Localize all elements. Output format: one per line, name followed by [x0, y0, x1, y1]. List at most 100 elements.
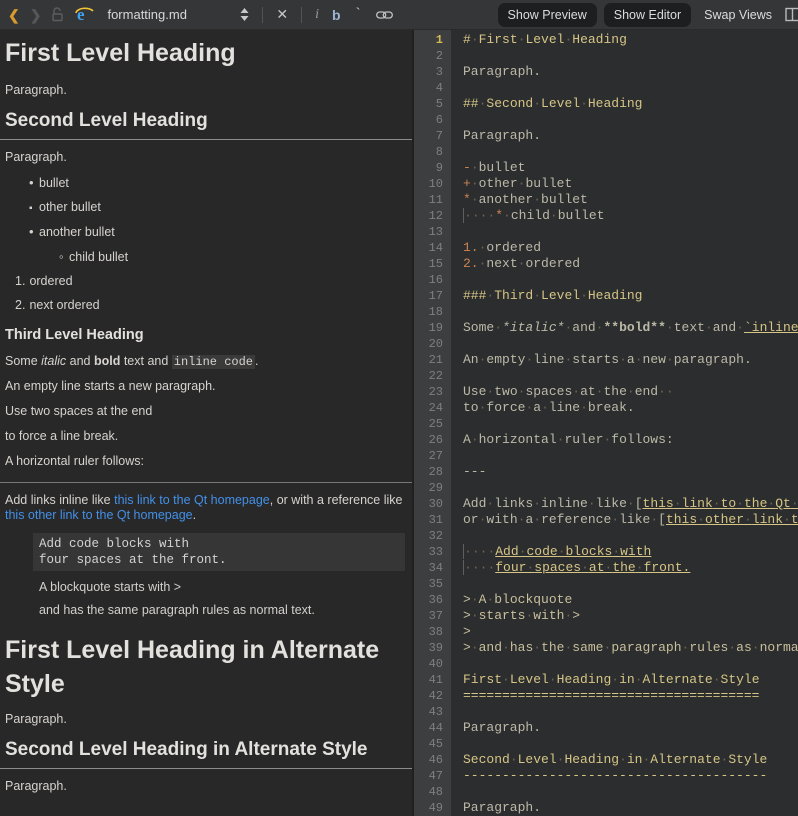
editor-line[interactable]: First·Level·Heading·in·Alternate·Style — [463, 672, 798, 688]
line-number[interactable]: 41 — [414, 672, 443, 688]
editor-line[interactable]: --- — [463, 464, 798, 480]
line-number[interactable]: 4 — [414, 80, 443, 96]
editor-line[interactable] — [463, 448, 798, 464]
line-number[interactable]: 43 — [414, 704, 443, 720]
editor-line[interactable]: -·bullet — [463, 160, 798, 176]
editor-line[interactable]: Paragraph. — [463, 800, 798, 816]
line-number[interactable]: 14 — [414, 240, 443, 256]
line-number[interactable]: 6 — [414, 112, 443, 128]
show-editor-button[interactable]: Show Editor — [604, 3, 691, 27]
line-number[interactable]: 3 — [414, 64, 443, 80]
line-number[interactable]: 18 — [414, 304, 443, 320]
italic-button[interactable]: i — [315, 7, 319, 23]
line-number[interactable]: 27 — [414, 448, 443, 464]
line-number[interactable]: 38 — [414, 624, 443, 640]
line-number[interactable]: 13 — [414, 224, 443, 240]
editor-line[interactable] — [463, 144, 798, 160]
editor-line[interactable] — [463, 368, 798, 384]
line-number[interactable]: 46 — [414, 752, 443, 768]
line-number[interactable]: 21 — [414, 352, 443, 368]
editor-line[interactable]: ····Add·code·blocks·with — [463, 544, 798, 560]
editor-line[interactable]: Paragraph. — [463, 720, 798, 736]
line-number[interactable]: 15 — [414, 256, 443, 272]
inline-code-button[interactable]: ` — [354, 6, 363, 23]
editor-line[interactable]: An·empty·line·starts·a·new·paragraph. — [463, 352, 798, 368]
bold-button[interactable]: b — [332, 7, 341, 23]
editor-line[interactable]: ====================================== — [463, 688, 798, 704]
line-number[interactable]: 48 — [414, 784, 443, 800]
editor-line[interactable] — [463, 112, 798, 128]
line-number[interactable]: 7 — [414, 128, 443, 144]
line-number[interactable]: 34 — [414, 560, 443, 576]
editor-line[interactable] — [463, 336, 798, 352]
close-icon[interactable]: ✕ — [276, 6, 288, 23]
line-number[interactable]: 42 — [414, 688, 443, 704]
line-number[interactable]: 29 — [414, 480, 443, 496]
line-number[interactable]: 35 — [414, 576, 443, 592]
editor-line[interactable]: >·starts·with·> — [463, 608, 798, 624]
editor-line[interactable] — [463, 304, 798, 320]
line-number[interactable]: 8 — [414, 144, 443, 160]
editor-line[interactable]: 2.·next·ordered — [463, 256, 798, 272]
link-icon[interactable] — [376, 10, 393, 20]
editor-line[interactable]: Use·two·spaces·at·the·end·· — [463, 384, 798, 400]
line-number[interactable]: 12 — [414, 208, 443, 224]
forward-icon[interactable]: ❯ — [30, 8, 42, 22]
editor-line[interactable] — [463, 528, 798, 544]
editor-line[interactable]: Second·Level·Heading·in·Alternate·Style — [463, 752, 798, 768]
editor-line[interactable] — [463, 80, 798, 96]
editor-line[interactable] — [463, 736, 798, 752]
markdown-preview-pane[interactable]: First Level Heading Paragraph. Second Le… — [0, 30, 414, 816]
line-number[interactable]: 24 — [414, 400, 443, 416]
editor-line[interactable] — [463, 704, 798, 720]
editor-line[interactable]: A·horizontal·ruler·follows: — [463, 432, 798, 448]
line-number[interactable]: 47 — [414, 768, 443, 784]
editor-line[interactable]: or·with·a·reference·like·[this·other·lin… — [463, 512, 798, 528]
editor-line[interactable] — [463, 224, 798, 240]
up-down-arrows-icon[interactable] — [240, 8, 249, 21]
link[interactable]: this other link to the Qt homepage — [5, 508, 193, 522]
editor-line[interactable] — [463, 576, 798, 592]
line-number[interactable]: 30 — [414, 496, 443, 512]
line-number[interactable]: 33 — [414, 544, 443, 560]
show-preview-button[interactable]: Show Preview — [498, 3, 597, 27]
editor-line[interactable] — [463, 416, 798, 432]
editor-line[interactable]: ##·Second·Level·Heading — [463, 96, 798, 112]
editor-line[interactable]: to·force·a·line·break. — [463, 400, 798, 416]
editor-line[interactable] — [463, 48, 798, 64]
editor-line[interactable]: #·First·Level·Heading — [463, 32, 798, 48]
editor-line[interactable]: >·A·blockquote — [463, 592, 798, 608]
swap-views-button[interactable]: Swap Views — [698, 3, 778, 27]
editor-line[interactable] — [463, 480, 798, 496]
editor-line[interactable]: ###·Third·Level·Heading — [463, 288, 798, 304]
unlock-icon[interactable] — [51, 7, 64, 22]
line-number[interactable]: 10 — [414, 176, 443, 192]
line-number[interactable]: 39 — [414, 640, 443, 656]
line-number[interactable]: 40 — [414, 656, 443, 672]
line-number[interactable]: 25 — [414, 416, 443, 432]
line-number[interactable]: 5 — [414, 96, 443, 112]
editor-line[interactable] — [463, 656, 798, 672]
line-number[interactable]: 44 — [414, 720, 443, 736]
editor-line[interactable]: Paragraph. — [463, 128, 798, 144]
line-number[interactable]: 11 — [414, 192, 443, 208]
markdown-editor-pane[interactable]: #·First·Level·Heading Paragraph. ##·Second… — [451, 30, 798, 816]
line-number[interactable]: 2 — [414, 48, 443, 64]
editor-line[interactable]: *·another·bullet — [463, 192, 798, 208]
link[interactable]: this link to the Qt homepage — [114, 493, 270, 507]
line-number[interactable]: 28 — [414, 464, 443, 480]
line-number[interactable]: 45 — [414, 736, 443, 752]
editor-line[interactable] — [463, 784, 798, 800]
line-number[interactable]: 16 — [414, 272, 443, 288]
line-number[interactable]: 37 — [414, 608, 443, 624]
line-number[interactable]: 9 — [414, 160, 443, 176]
editor-line[interactable]: ····four·spaces·at·the·front. — [463, 560, 798, 576]
line-number-gutter[interactable]: 1234567891011121314151617181920212223242… — [414, 30, 451, 816]
editor-line[interactable]: 1.·ordered — [463, 240, 798, 256]
line-number[interactable]: 22 — [414, 368, 443, 384]
line-number[interactable]: 49 — [414, 800, 443, 816]
editor-line[interactable]: ····*·child·bullet — [463, 208, 798, 224]
split-view-icon[interactable] — [785, 7, 798, 22]
line-number[interactable]: 20 — [414, 336, 443, 352]
line-number[interactable]: 1 — [414, 32, 443, 48]
